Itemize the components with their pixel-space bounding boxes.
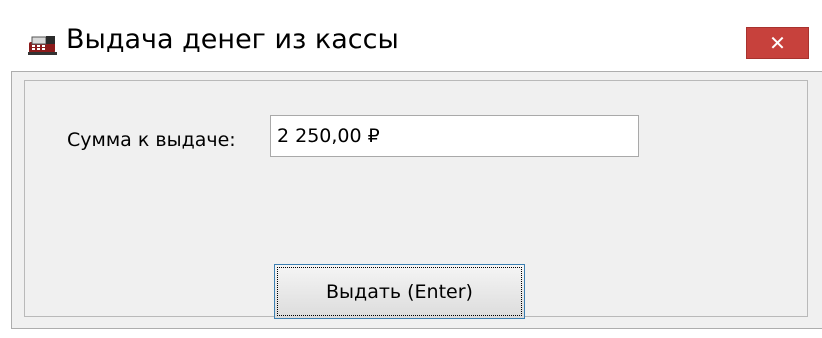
- title-bar[interactable]: Выдача денег из кассы ✕: [0, 0, 822, 80]
- issue-button-label: Выдать (Enter): [277, 267, 522, 316]
- cash-register-icon: [26, 33, 60, 57]
- form-panel: Сумма к выдаче: Выдать (Enter): [24, 80, 808, 319]
- issue-cash-dialog: Выдача денег из кассы ✕ Сумма к выдаче: …: [0, 0, 822, 338]
- issue-button[interactable]: Выдать (Enter): [274, 264, 525, 319]
- close-button[interactable]: ✕: [746, 27, 809, 59]
- amount-label: Сумма к выдаче:: [67, 129, 236, 151]
- amount-field[interactable]: [270, 115, 639, 157]
- close-icon: ✕: [769, 31, 786, 55]
- dialog-body: Сумма к выдаче: Выдать (Enter): [11, 71, 822, 329]
- window-title: Выдача денег из кассы: [66, 24, 399, 55]
